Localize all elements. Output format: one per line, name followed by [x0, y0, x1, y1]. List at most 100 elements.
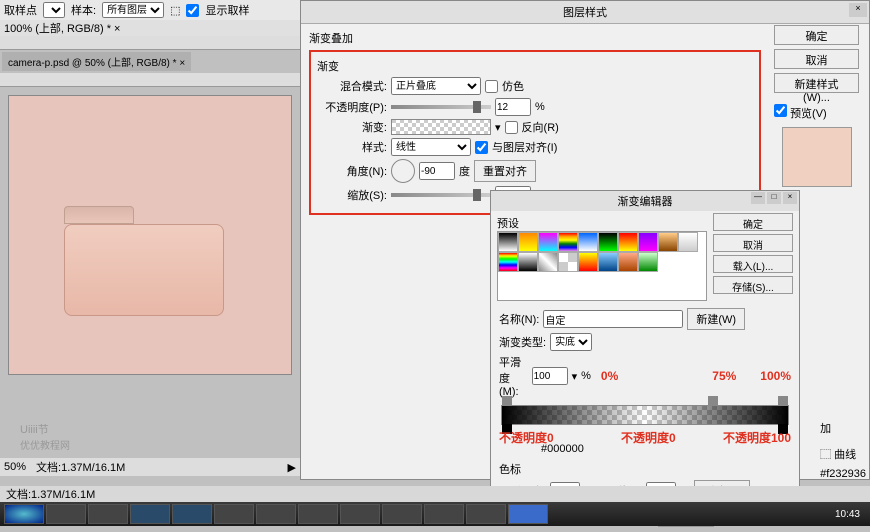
- canvas-area: camera-p.psd @ 50% (上部, RGB/8) * × Uiiii…: [0, 36, 300, 476]
- gradient-bar[interactable]: [501, 405, 789, 425]
- style-label: 样式:: [317, 139, 387, 155]
- preview-swatch: [782, 127, 852, 187]
- task-item[interactable]: [508, 504, 548, 524]
- preset-swatch[interactable]: [498, 232, 518, 252]
- annotation-op0: 不透明度0: [499, 429, 554, 446]
- preset-swatch[interactable]: [638, 232, 658, 252]
- task-item[interactable]: [172, 504, 212, 524]
- ruler-horizontal-2: [0, 73, 300, 87]
- preset-swatch[interactable]: [518, 232, 538, 252]
- maximize-icon[interactable]: □: [767, 192, 781, 204]
- task-item[interactable]: [130, 504, 170, 524]
- side-panel-fragment: 加 ⬚ 曲线 #f232936: [820, 420, 866, 480]
- task-item[interactable]: [256, 504, 296, 524]
- show-sample-checkbox[interactable]: [186, 4, 199, 17]
- preset-swatch[interactable]: [578, 252, 598, 272]
- close-icon[interactable]: ×: [783, 192, 797, 204]
- scale-slider[interactable]: [391, 193, 491, 197]
- scale-label: 缩放(S):: [317, 187, 387, 203]
- app-status-bar: 文档:1.37M/16.1M: [0, 486, 870, 502]
- gradient-subheader: 渐变: [317, 58, 753, 74]
- smooth-input[interactable]: [532, 367, 568, 385]
- preset-swatch[interactable]: [518, 252, 538, 272]
- opacity-input[interactable]: [495, 98, 531, 116]
- task-item[interactable]: [382, 504, 422, 524]
- editor-load-button[interactable]: 载入(L)...: [713, 255, 793, 273]
- ok-button[interactable]: 确定: [774, 25, 859, 45]
- annotation-0pct: 0%: [601, 369, 618, 383]
- preset-swatch[interactable]: [558, 232, 578, 252]
- preset-swatch[interactable]: [658, 232, 678, 252]
- editor-ok-button[interactable]: 确定: [713, 213, 793, 231]
- start-button[interactable]: [4, 504, 44, 524]
- editor-cancel-button[interactable]: 取消: [713, 234, 793, 252]
- annotation-75pct: 75%: [712, 369, 736, 383]
- sample-point-select[interactable]: [43, 2, 65, 18]
- annotation-op0b: 不透明度0: [621, 429, 676, 446]
- task-item[interactable]: [340, 504, 380, 524]
- task-item[interactable]: [424, 504, 464, 524]
- angle-dial[interactable]: [391, 159, 415, 183]
- preset-swatch[interactable]: [618, 232, 638, 252]
- task-item[interactable]: [214, 504, 254, 524]
- gradient-label: 渐变:: [317, 119, 387, 135]
- preset-swatch[interactable]: [618, 252, 638, 272]
- type-select[interactable]: 实底: [550, 333, 592, 351]
- angle-input[interactable]: [419, 162, 455, 180]
- reset-align-button[interactable]: 重置对齐: [474, 160, 536, 182]
- sample-label: 样本:: [71, 2, 96, 18]
- task-item[interactable]: [466, 504, 506, 524]
- ruler-horizontal: [0, 36, 300, 50]
- show-sample-label: 显示取样: [205, 2, 249, 18]
- close-icon[interactable]: ×: [849, 3, 867, 17]
- preset-swatch[interactable]: [678, 232, 698, 252]
- blend-mode-select[interactable]: 正片叠底: [391, 77, 481, 95]
- canvas[interactable]: [8, 95, 292, 375]
- preset-swatch[interactable]: [498, 252, 518, 272]
- preset-grid[interactable]: [497, 231, 707, 301]
- preset-swatch[interactable]: [638, 252, 658, 272]
- opacity-stop[interactable]: [502, 396, 512, 406]
- smooth-label: 平滑度(M):: [499, 354, 528, 398]
- dither-checkbox[interactable]: [485, 80, 498, 93]
- dialog-title: 图层样式: [301, 1, 869, 24]
- preset-swatch[interactable]: [598, 252, 618, 272]
- new-style-button[interactable]: 新建样式(W)...: [774, 73, 859, 93]
- style-select[interactable]: 线性: [391, 138, 471, 156]
- preview-checkbox-label[interactable]: 预览(V): [774, 108, 827, 120]
- sample-layers-select[interactable]: 所有图层: [102, 2, 164, 18]
- system-clock[interactable]: 10:43: [829, 509, 866, 520]
- minimize-icon[interactable]: —: [751, 192, 765, 204]
- task-item[interactable]: [88, 504, 128, 524]
- name-input[interactable]: [543, 310, 683, 328]
- task-item[interactable]: [46, 504, 86, 524]
- eyedropper-icon[interactable]: ⬚: [170, 4, 180, 17]
- document-tab[interactable]: camera-p.psd @ 50% (上部, RGB/8) * ×: [2, 52, 191, 71]
- zoom-percent[interactable]: 50%: [4, 461, 26, 473]
- type-label: 渐变类型:: [499, 334, 546, 350]
- preset-swatch[interactable]: [578, 232, 598, 252]
- preset-swatch[interactable]: [558, 252, 578, 272]
- preset-swatch[interactable]: [598, 232, 618, 252]
- stops-header: 色标: [499, 461, 791, 477]
- blend-mode-label: 混合模式:: [317, 78, 387, 94]
- angle-label: 角度(N):: [317, 163, 387, 179]
- opacity-stop[interactable]: [708, 396, 718, 406]
- preset-swatch[interactable]: [538, 252, 558, 272]
- task-item[interactable]: [298, 504, 338, 524]
- reverse-checkbox[interactable]: [505, 121, 518, 134]
- opacity-label: 不透明度(P):: [317, 99, 387, 115]
- preset-swatch[interactable]: [538, 232, 558, 252]
- new-gradient-button[interactable]: 新建(W): [687, 308, 745, 330]
- preview-checkbox[interactable]: [774, 104, 787, 117]
- dialog-buttons: 确定 取消 新建样式(W)... 预览(V): [774, 25, 859, 193]
- align-checkbox[interactable]: [475, 141, 488, 154]
- zoom-readout[interactable]: 100% (上部, RGB/8) * ×: [4, 20, 120, 36]
- name-label: 名称(N):: [499, 311, 539, 327]
- opacity-stop[interactable]: [778, 396, 788, 406]
- editor-save-button[interactable]: 存储(S)...: [713, 276, 793, 294]
- windows-taskbar[interactable]: 10:43: [0, 502, 870, 526]
- cancel-button[interactable]: 取消: [774, 49, 859, 69]
- opacity-slider[interactable]: [391, 105, 491, 109]
- gradient-preview[interactable]: [391, 119, 491, 135]
